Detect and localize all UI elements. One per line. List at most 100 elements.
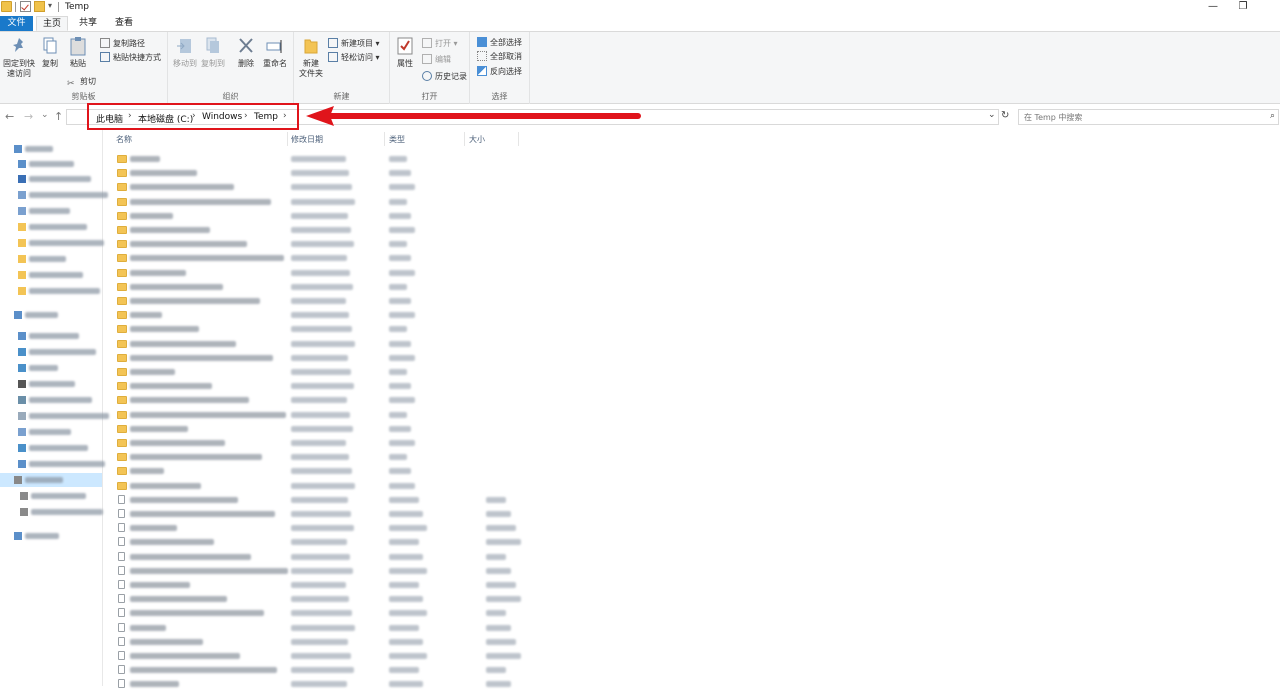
edit-button[interactable]: 编辑 — [422, 54, 451, 66]
nav-item[interactable] — [0, 157, 102, 171]
minimize-button[interactable]: — — [1198, 0, 1228, 15]
nav-item[interactable] — [0, 329, 102, 343]
nav-item[interactable] — [0, 142, 102, 156]
copy-button[interactable]: 复制 — [38, 36, 62, 69]
file-list-row[interactable] — [114, 450, 524, 464]
nav-item[interactable] — [0, 489, 102, 503]
nav-item[interactable] — [0, 252, 102, 266]
tab-home[interactable]: 主页 — [36, 16, 68, 31]
back-button[interactable]: ← — [5, 110, 14, 123]
file-list-row[interactable] — [114, 195, 524, 209]
column-divider[interactable] — [384, 132, 385, 146]
file-list-row[interactable] — [114, 521, 524, 535]
file-list-row[interactable] — [114, 152, 524, 166]
recent-locations-button[interactable]: ⌄ — [41, 110, 49, 120]
column-divider[interactable] — [287, 132, 288, 146]
file-list-row[interactable] — [114, 479, 524, 493]
restore-button[interactable]: ❐ — [1228, 0, 1258, 15]
nav-item[interactable] — [0, 457, 105, 471]
select-none-button[interactable]: 全部取消 — [477, 51, 522, 63]
search-input[interactable]: 在 Temp 中搜索 ⌕ — [1018, 109, 1279, 125]
nav-item[interactable] — [0, 393, 102, 407]
new-folder-quick-icon[interactable] — [34, 1, 45, 12]
history-button[interactable]: 历史记录 — [422, 71, 467, 83]
open-button[interactable]: 打开 ▾ — [422, 38, 458, 50]
file-list-row[interactable] — [114, 535, 524, 549]
file-list-row[interactable] — [114, 564, 524, 578]
file-list-row[interactable] — [114, 209, 524, 223]
file-list-row[interactable] — [114, 493, 524, 507]
nav-item[interactable] — [0, 361, 102, 375]
file-list-row[interactable] — [114, 422, 524, 436]
file-list-row[interactable] — [114, 251, 524, 265]
nav-item[interactable] — [0, 172, 102, 186]
file-list-row[interactable] — [114, 507, 524, 521]
paste-button[interactable]: 粘贴 — [64, 36, 92, 69]
column-header-size[interactable]: 大小 — [469, 134, 485, 145]
copy-to-button[interactable]: 复制到 — [200, 36, 226, 69]
easy-access-button[interactable]: 轻松访问 ▾ — [328, 52, 380, 64]
file-list-row[interactable] — [114, 677, 524, 691]
file-list-row[interactable] — [114, 337, 524, 351]
address-dropdown-icon[interactable]: ⌄ — [988, 110, 996, 120]
properties-quick-icon[interactable] — [20, 1, 31, 12]
pin-quick-access-button[interactable]: 固定到快 速访问 — [2, 36, 36, 79]
nav-item[interactable] — [0, 308, 102, 322]
file-list-row[interactable] — [114, 280, 524, 294]
delete-button[interactable]: 删除 — [236, 36, 256, 69]
invert-selection-button[interactable]: 反向选择 — [477, 66, 522, 78]
forward-button[interactable]: → — [24, 110, 33, 123]
file-list-row[interactable] — [114, 663, 524, 677]
up-button[interactable]: ↑ — [54, 110, 63, 123]
file-list-row[interactable] — [114, 408, 524, 422]
move-to-button[interactable]: 移动到 — [172, 36, 198, 69]
rename-button[interactable]: 重命名 — [262, 36, 288, 69]
file-list-row[interactable] — [114, 464, 524, 478]
file-list-row[interactable] — [114, 649, 524, 663]
copy-path-button[interactable]: 复制路径 — [100, 38, 145, 50]
file-list-row[interactable] — [114, 166, 524, 180]
refresh-button[interactable]: ↻ — [1001, 110, 1009, 121]
column-header-modified[interactable]: 修改日期 — [291, 134, 323, 145]
nav-item[interactable] — [0, 284, 102, 298]
file-list-row[interactable] — [114, 237, 524, 251]
nav-item[interactable] — [0, 441, 102, 455]
nav-item[interactable] — [0, 236, 104, 250]
file-list-row[interactable] — [114, 379, 524, 393]
file-list-row[interactable] — [114, 393, 524, 407]
file-list-row[interactable] — [114, 223, 524, 237]
new-item-button[interactable]: 新建项目 ▾ — [328, 38, 380, 50]
file-list-row[interactable] — [114, 635, 524, 649]
file-list-row[interactable] — [114, 592, 524, 606]
search-icon[interactable]: ⌕ — [1270, 111, 1275, 121]
select-all-button[interactable]: 全部选择 — [477, 37, 522, 49]
file-list-row[interactable] — [114, 606, 524, 620]
customize-toolbar-icon[interactable]: ▾ — [48, 1, 52, 10]
column-header-name[interactable]: 名称 — [116, 134, 132, 145]
nav-item[interactable] — [0, 505, 103, 519]
nav-item[interactable] — [0, 377, 102, 391]
file-list-row[interactable] — [114, 180, 524, 194]
paste-shortcut-button[interactable]: 粘贴快捷方式 — [100, 52, 161, 64]
file-list-row[interactable] — [114, 365, 524, 379]
file-list-row[interactable] — [114, 436, 524, 450]
tab-file[interactable]: 文件 — [0, 16, 33, 31]
column-divider[interactable] — [518, 132, 519, 146]
file-list-row[interactable] — [114, 351, 524, 365]
nav-item[interactable] — [0, 529, 102, 543]
nav-item[interactable] — [0, 268, 102, 282]
nav-item[interactable] — [0, 473, 102, 487]
file-list-row[interactable] — [114, 621, 524, 635]
properties-button[interactable]: 属性 — [394, 36, 416, 69]
column-divider[interactable] — [464, 132, 465, 146]
file-list-row[interactable] — [114, 294, 524, 308]
nav-item[interactable] — [0, 220, 102, 234]
file-list-row[interactable] — [114, 266, 524, 280]
tab-view[interactable]: 查看 — [108, 16, 140, 31]
nav-item[interactable] — [0, 409, 109, 423]
nav-item[interactable] — [0, 188, 108, 202]
new-folder-button[interactable]: 新建 文件夹 — [296, 36, 326, 79]
nav-item[interactable] — [0, 204, 102, 218]
file-list-row[interactable] — [114, 578, 524, 592]
file-list-row[interactable] — [114, 322, 524, 336]
